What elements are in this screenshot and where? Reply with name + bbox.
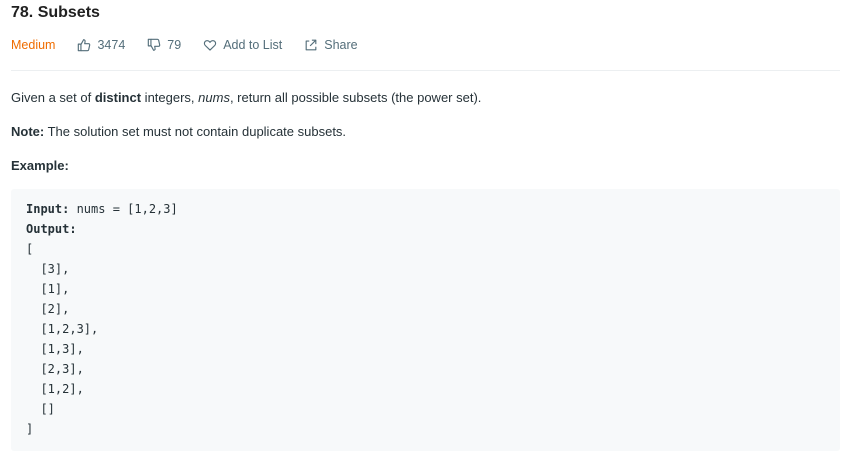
- problem-meta-bar: Medium 3474 79 Add to List Share: [11, 38, 380, 52]
- example-heading: Example:: [11, 158, 69, 173]
- problem-title: 78. Subsets: [11, 4, 100, 21]
- difficulty-badge: Medium: [11, 38, 56, 52]
- dislike-count: 79: [167, 38, 182, 52]
- output-label: Output:: [26, 222, 77, 236]
- description-text: integers,: [141, 90, 199, 105]
- share-label: Share: [324, 38, 358, 52]
- input-value: nums = [1,2,3]: [69, 202, 178, 216]
- note-label: Note:: [11, 124, 45, 139]
- problem-page: 78. Subsets Medium 3474 79 Add to List S…: [0, 0, 848, 460]
- like-button[interactable]: 3474: [77, 38, 125, 52]
- problem-note: Note: The solution set must not contain …: [11, 123, 346, 141]
- description-text: Given a set of: [11, 90, 95, 105]
- heart-icon: [203, 38, 217, 52]
- input-label: Input:: [26, 202, 70, 216]
- code-output-line: ]: [26, 422, 34, 436]
- add-to-list-label: Add to List: [223, 38, 283, 52]
- thumbs-up-icon: [77, 38, 91, 52]
- thumbs-down-icon: [147, 38, 161, 52]
- dislike-button[interactable]: 79: [147, 38, 181, 52]
- problem-description: Given a set of distinct integers, nums, …: [11, 89, 481, 107]
- description-text: , return all possible subsets (the power…: [229, 90, 482, 105]
- share-button[interactable]: Share: [304, 38, 358, 52]
- code-output-line: [1,2],: [26, 382, 84, 396]
- description-bold: distinct: [94, 90, 142, 105]
- header-divider: [11, 70, 840, 71]
- code-output-line: [1,2,3],: [26, 322, 99, 336]
- code-output-line: [3],: [26, 262, 70, 276]
- code-output-line: [1,3],: [26, 342, 84, 356]
- add-to-list-button[interactable]: Add to List: [203, 38, 282, 52]
- code-output-line: []: [26, 402, 55, 416]
- code-output-line: [2,3],: [26, 362, 84, 376]
- share-icon: [304, 38, 318, 52]
- code-input-line: Input: nums = [1,2,3]: [26, 202, 178, 216]
- code-output-line: [2],: [26, 302, 70, 316]
- like-count: 3474: [97, 38, 126, 52]
- description-italic: nums: [198, 90, 230, 105]
- code-output-label-line: Output:: [26, 222, 77, 236]
- code-output-line: [1],: [26, 282, 70, 296]
- example-code-block: Input: nums = [1,2,3] Output: [ [3], [1]…: [11, 189, 840, 451]
- code-output-line: [: [26, 242, 34, 256]
- note-text: The solution set must not contain duplic…: [44, 124, 347, 139]
